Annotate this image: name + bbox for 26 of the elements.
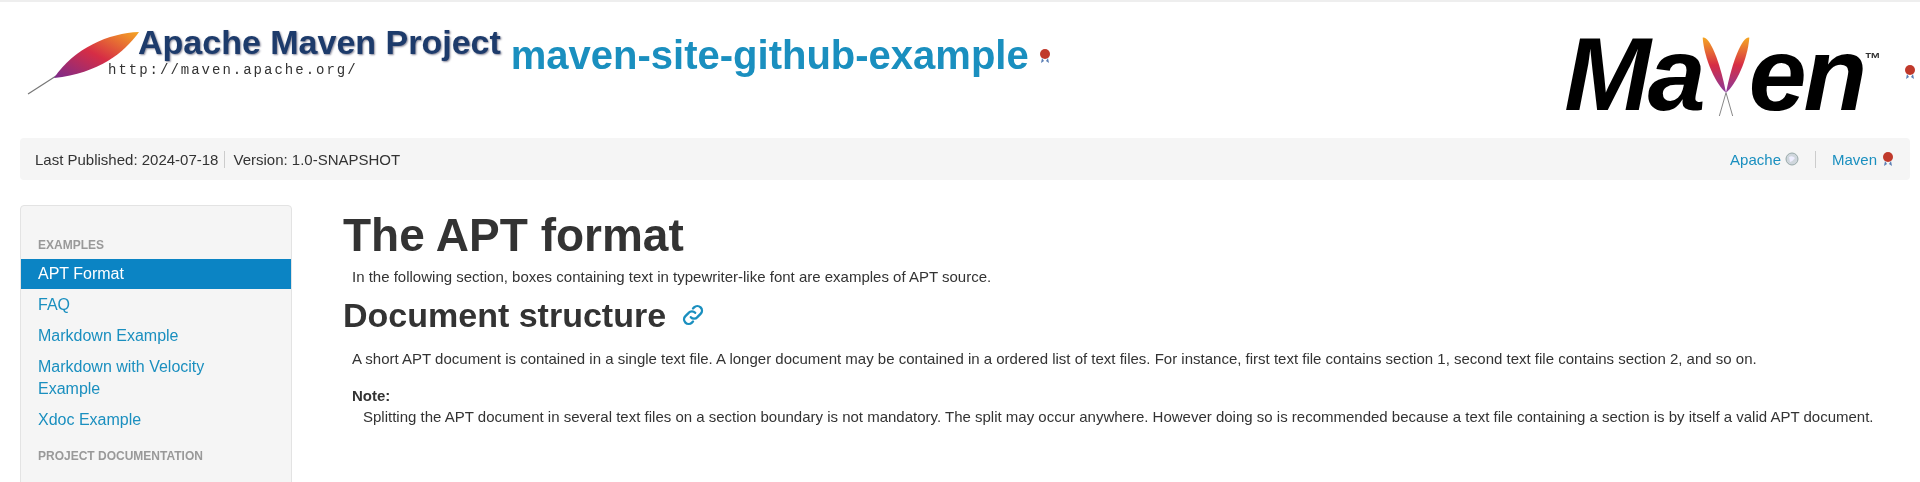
site-title[interactable]: maven-site-github-example bbox=[510, 32, 1029, 78]
maven-logo[interactable]: Ma en™ bbox=[1564, 24, 1880, 124]
note-term: Note: bbox=[352, 387, 392, 404]
publish-info: Version: 1.0-SNAPSHOT bbox=[224, 150, 401, 168]
apache-maven-logo[interactable]: Apache Maven Project http://maven.apache.org/ bbox=[24, 22, 501, 98]
nav-heading: EXAMPLES bbox=[37, 237, 105, 254]
logo-url: http://maven.apache.org/ bbox=[108, 62, 359, 78]
section-title: Document structure bbox=[343, 295, 667, 335]
publish-info: Last Published: 2024-07-18 bbox=[35, 150, 219, 168]
logo-name: Apache Maven Project bbox=[138, 22, 501, 62]
breadcrumb-link[interactable]: Apache bbox=[1730, 150, 1799, 168]
breadcrumb-link[interactable]: Maven bbox=[1814, 150, 1895, 168]
nav-item[interactable]: Xdoc Example bbox=[21, 405, 291, 435]
ribbon-icon bbox=[1904, 64, 1916, 80]
ribbon-icon bbox=[1038, 48, 1051, 64]
note-text: Splitting the APT document in several text files on a section boundary is not mandatory. The split may occur anywhere. However doing so is recommended because a text file containing a section is by itself a valid APT document. bbox=[363, 407, 1875, 427]
nav-item[interactable]: Markdown with Velocity Example bbox=[21, 352, 291, 404]
body-paragraph: A short APT document is contained in a single text file. A longer document may be contained in a ordered list of text files. For instance, first text file contains section 1, second text file contains section 2, and so on. bbox=[352, 349, 1758, 369]
globe-icon bbox=[1784, 151, 1799, 167]
nav-item[interactable]: APT Format bbox=[21, 259, 291, 289]
intro-paragraph: In the following section, boxes containing text in typewriter-like font are examples of APT source. bbox=[352, 267, 993, 287]
ribbon-icon bbox=[1881, 151, 1895, 167]
nav-item[interactable]: Markdown Example bbox=[21, 321, 291, 351]
nav-item[interactable]: FAQ bbox=[21, 290, 291, 320]
page-title: The APT format bbox=[343, 209, 685, 261]
nav-heading: PROJECT DOCUMENTATION bbox=[37, 448, 204, 465]
